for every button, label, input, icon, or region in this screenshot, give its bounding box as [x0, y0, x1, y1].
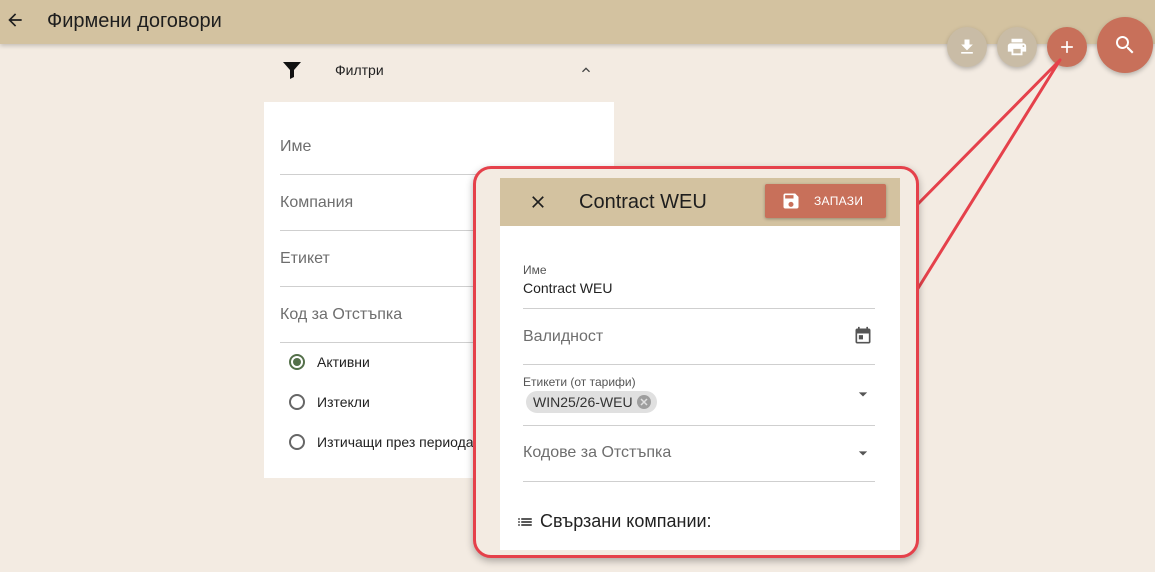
tags-field[interactable]: Етикети (от тарифи) WIN25/26-WEU	[523, 364, 875, 426]
tags-label: Етикети (от тарифи)	[523, 375, 636, 389]
list-icon	[518, 517, 532, 526]
tag-chip: WIN25/26-WEU	[526, 391, 657, 413]
linked-companies-section: Свързани компании:	[516, 511, 712, 532]
discount-codes-label: Кодове за Отстъпка	[523, 444, 672, 461]
save-label: ЗАПАЗИ	[814, 194, 864, 208]
save-button[interactable]: ЗАПАЗИ	[765, 184, 886, 218]
close-icon[interactable]	[528, 192, 548, 212]
caret-down-icon[interactable]	[853, 443, 873, 463]
validity-label: Валидност	[523, 328, 604, 345]
contract-name-value: Contract WEU	[523, 280, 613, 296]
validity-field[interactable]: Валидност	[523, 308, 875, 365]
dialog-header: Contract WEU ЗАПАЗИ	[500, 178, 900, 226]
caret-down-icon[interactable]	[853, 384, 873, 404]
zoom-callout: Contract WEU ЗАПАЗИ Име Contract WEU Вал…	[473, 166, 919, 558]
contract-name-label: Име	[523, 263, 547, 277]
dialog-title: Contract WEU	[579, 191, 707, 213]
tag-chip-label: WIN25/26-WEU	[533, 394, 633, 410]
linked-companies-title: Свързани компании:	[540, 511, 712, 531]
calendar-icon[interactable]	[853, 326, 873, 346]
chip-remove-icon[interactable]	[636, 395, 651, 409]
floppy-icon	[783, 193, 799, 209]
contract-name-field[interactable]: Име Contract WEU	[523, 257, 875, 309]
discount-codes-field[interactable]: Кодове за Отстъпка	[523, 425, 875, 482]
contract-dialog: Contract WEU ЗАПАЗИ Име Contract WEU Вал…	[500, 178, 900, 550]
